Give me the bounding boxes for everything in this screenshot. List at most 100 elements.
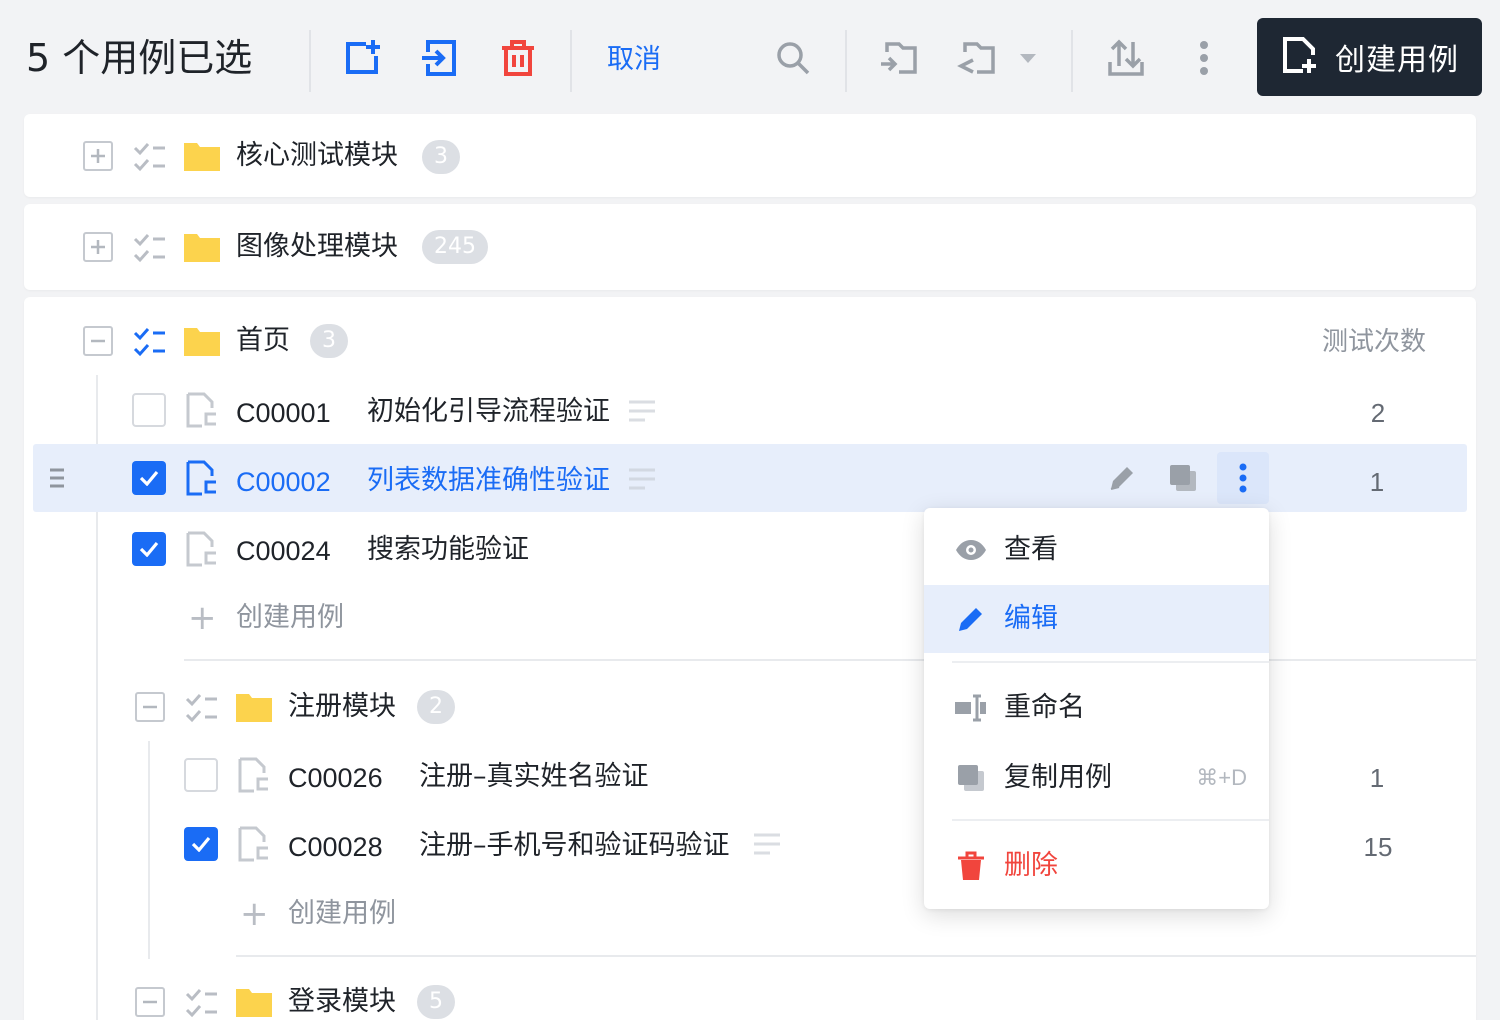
tree-guide-line [148,741,150,959]
case-checkbox[interactable] [132,461,166,495]
add-case-link[interactable]: 创建用例 [288,896,396,932]
case-file-icon [238,757,270,797]
folder-name[interactable]: 登录模块 [288,984,396,1020]
case-file-icon [186,531,218,571]
toolbar-divider [845,30,847,92]
collapse-icon[interactable] [135,987,165,1017]
test-run-count: 15 [1363,832,1393,862]
case-checkbox[interactable] [184,758,218,792]
add-case-link[interactable]: 创建用例 [236,600,344,636]
menu-divider [952,819,1269,821]
folder-icon [184,326,220,360]
selection-count-title: 5 个用例已选 [26,36,253,80]
import-export-icon[interactable] [1100,32,1152,84]
select-all-icon[interactable] [133,325,167,363]
edit-pencil-icon[interactable] [1107,463,1137,497]
description-icon [629,400,657,426]
chevron-down-icon[interactable] [1018,50,1038,69]
case-checkbox[interactable] [184,827,218,861]
menu-item-label: 复制用例 [1004,762,1112,793]
folder-panel: 图像处理模块 245 [24,204,1476,290]
column-header-test-runs: 测试次数 [1322,327,1427,357]
select-all-icon[interactable] [185,691,219,729]
divider [236,955,1476,957]
case-id[interactable]: C00024 [236,533,331,569]
case-file-icon [186,392,218,432]
menu-item-rename[interactable]: 重命名 [924,674,1269,742]
case-checkbox[interactable] [132,393,166,427]
test-run-count: 1 [1369,467,1385,497]
copy-icon [954,761,988,795]
folder-icon [184,232,220,266]
menu-item-label: 删除 [1004,850,1058,881]
case-title[interactable]: 注册–手机号和验证码验证 [419,828,730,864]
folder-name[interactable]: 核心测试模块 [236,138,398,174]
select-all-icon[interactable] [133,140,167,178]
cancel-button[interactable]: 取消 [607,40,661,80]
shortcut-hint: ⌘+D [1196,765,1247,790]
collapse-icon[interactable] [83,326,113,356]
context-menu: 查看 编辑 重命名 复制用例 ⌘+D 删除 [924,508,1269,909]
drag-handle-icon[interactable] [49,467,65,493]
count-badge: 3 [310,324,348,358]
create-case-button[interactable]: 创建用例 [1257,18,1482,96]
move-in-icon[interactable] [414,32,466,84]
menu-divider [952,661,1269,663]
eye-icon [954,533,988,567]
count-badge: 2 [417,690,455,724]
create-case-label: 创建用例 [1335,43,1459,78]
move-out-dropdown-icon[interactable] [951,32,1003,84]
collapse-icon[interactable] [135,692,165,722]
menu-item-delete[interactable]: 删除 [924,832,1269,900]
expand-icon[interactable] [83,141,113,171]
menu-item-edit[interactable]: 编辑 [924,585,1269,653]
rename-icon [954,691,988,725]
toolbar-divider [570,30,572,92]
menu-item-label: 编辑 [1004,603,1058,634]
toolbar-divider [309,30,311,92]
delete-icon[interactable] [492,32,544,84]
case-file-icon [186,460,218,500]
plus-icon[interactable]: + [240,896,269,932]
description-icon [629,468,657,494]
toolbar-divider [1071,30,1073,92]
menu-item-duplicate[interactable]: 复制用例 ⌘+D [924,744,1269,812]
folder-icon [236,987,272,1020]
test-run-count: 1 [1369,763,1385,793]
expand-icon[interactable] [83,232,113,262]
case-id[interactable]: C00026 [288,760,383,796]
copy-icon[interactable] [1168,463,1198,497]
folder-panel: 核心测试模块 3 [24,114,1476,197]
case-title[interactable]: 初始化引导流程验证 [367,394,610,430]
trash-icon [954,849,988,883]
folder-name[interactable]: 注册模块 [288,689,396,725]
toolbar: 5 个用例已选 取消 创建用例 [0,0,1500,114]
select-all-icon[interactable] [185,986,219,1020]
divider [184,659,1476,661]
folder-name[interactable]: 图像处理模块 [236,229,398,265]
folder-name[interactable]: 首页 [236,323,290,359]
case-id[interactable]: C00002 [236,464,331,500]
select-all-icon[interactable] [133,231,167,269]
case-id[interactable]: C00001 [236,395,331,431]
plus-icon[interactable]: + [188,600,217,636]
case-file-icon [238,826,270,866]
case-checkbox[interactable] [132,532,166,566]
move-out-icon[interactable] [873,32,925,84]
menu-item-label: 重命名 [1004,692,1085,723]
test-run-count: 2 [1370,398,1386,428]
case-title[interactable]: 注册–真实姓名验证 [419,759,649,795]
case-title[interactable]: 搜索功能验证 [367,532,529,568]
case-id[interactable]: C00028 [288,829,383,865]
search-icon[interactable] [767,32,819,84]
count-badge: 5 [417,985,455,1019]
menu-item-view[interactable]: 查看 [924,516,1269,584]
pencil-icon [954,602,988,636]
more-icon[interactable] [1217,452,1269,504]
description-icon [754,833,782,859]
more-icon[interactable] [1178,32,1230,84]
case-title[interactable]: 列表数据准确性验证 [367,463,610,499]
folder-icon [184,141,220,175]
count-badge: 3 [422,140,460,174]
add-folder-icon[interactable] [336,32,388,84]
